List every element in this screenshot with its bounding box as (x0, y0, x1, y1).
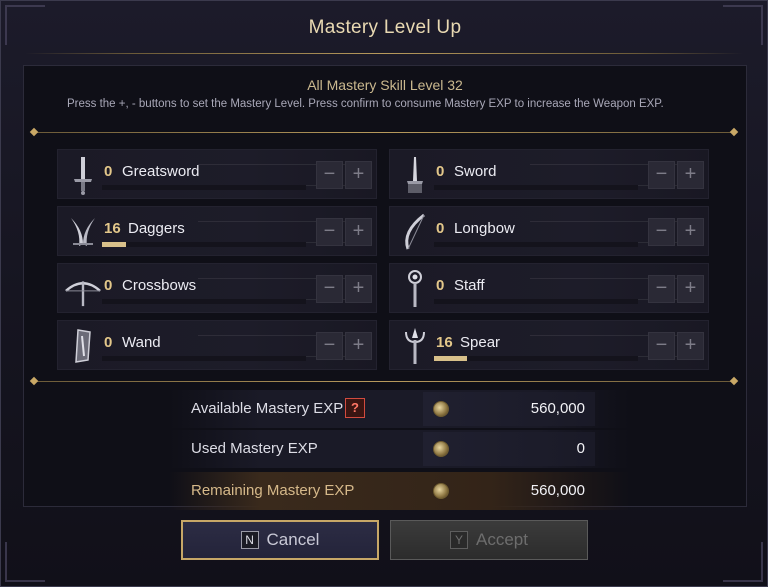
mastery-progress-bar (102, 356, 306, 361)
available-exp-row: Available Mastery EXP ? 560,000 (169, 390, 629, 428)
weapon-name: Longbow (454, 220, 515, 237)
frame-corner (5, 542, 45, 582)
weapon-level: 0 (436, 220, 445, 237)
decrease-button[interactable]: − (648, 332, 675, 360)
decrease-button[interactable]: − (648, 161, 675, 189)
available-exp-label: Available Mastery EXP (191, 400, 344, 417)
mastery-progress-bar (102, 242, 306, 247)
weapon-slot-greatsword: 0 Greatsword − + (57, 149, 377, 199)
staff-icon (396, 268, 434, 310)
remaining-exp-row: Remaining Mastery EXP 560,000 (169, 472, 629, 510)
wand-icon (64, 325, 102, 367)
daggers-icon (64, 211, 102, 253)
mastery-exp-icon (433, 483, 449, 499)
window-title: Mastery Level Up (308, 17, 462, 38)
mastery-progress-bar (102, 185, 306, 190)
decrease-button[interactable]: − (316, 332, 343, 360)
decrease-button[interactable]: − (648, 275, 675, 303)
help-icon[interactable]: ? (345, 398, 365, 418)
mastery-progress-bar (434, 185, 638, 190)
mastery-progress-bar (102, 299, 306, 304)
cancel-label: Cancel (266, 530, 320, 549)
weapon-slot-staff: 0 Staff − + (389, 263, 709, 313)
used-exp-row: Used Mastery EXP 0 (169, 430, 629, 468)
weapon-name: Sword (454, 163, 497, 180)
increase-button[interactable]: + (345, 275, 372, 303)
used-exp-label: Used Mastery EXP (191, 440, 318, 457)
mastery-exp-icon (433, 401, 449, 417)
accept-label: Accept (476, 530, 528, 549)
weapon-name: Wand (122, 334, 161, 351)
increase-button[interactable]: + (677, 218, 704, 246)
weapon-slot-sword: 0 Sword − + (389, 149, 709, 199)
weapon-name: Greatsword (122, 163, 200, 180)
remaining-exp-label: Remaining Mastery EXP (191, 482, 355, 499)
decrease-button[interactable]: − (316, 161, 343, 189)
longbow-icon (396, 211, 434, 253)
spear-icon (396, 325, 434, 367)
mastery-exp-icon (433, 441, 449, 457)
increase-button[interactable]: + (677, 332, 704, 360)
increase-button[interactable]: + (677, 275, 704, 303)
crossbow-icon (64, 268, 102, 310)
mastery-progress-fill (434, 356, 467, 361)
weapon-slot-wand: 0 Wand − + (57, 320, 377, 370)
increase-button[interactable]: + (345, 332, 372, 360)
mastery-progress-bar (434, 242, 638, 247)
section-divider (33, 381, 735, 382)
keybind-n: N (240, 531, 259, 549)
mastery-level-summary: All Mastery Skill Level 32 (307, 77, 463, 93)
mastery-window: Mastery Level Up All Mastery Skill Level… (0, 0, 768, 587)
weapon-level: 0 (104, 163, 113, 180)
used-exp-value: 0 (576, 440, 585, 457)
mastery-progress-bar (434, 299, 638, 304)
accept-button[interactable]: Y Accept (390, 520, 588, 560)
decrease-button[interactable]: − (316, 275, 343, 303)
weapon-name: Crossbows (122, 277, 197, 294)
decrease-button[interactable]: − (648, 218, 675, 246)
weapon-level: 16 (104, 220, 121, 237)
keybind-y: Y (450, 531, 468, 549)
weapon-name: Spear (460, 334, 501, 351)
weapon-slot-daggers: 16 Daggers − + (57, 206, 377, 256)
remaining-exp-value: 560,000 (530, 482, 585, 499)
greatsword-icon (64, 154, 102, 196)
weapon-slot-spear: 16 Spear − + (389, 320, 709, 370)
sword-icon (396, 154, 434, 196)
section-divider (33, 132, 735, 133)
weapon-level: 0 (436, 163, 445, 180)
weapon-level: 16 (436, 334, 453, 351)
weapon-name: Daggers (128, 220, 185, 237)
increase-button[interactable]: + (345, 161, 372, 189)
mastery-progress-fill (102, 242, 127, 247)
instructions-text: Press the +, - buttons to set the Master… (67, 98, 664, 110)
increase-button[interactable]: + (677, 161, 704, 189)
increase-button[interactable]: + (345, 218, 372, 246)
title-divider (25, 53, 743, 54)
weapon-slot-longbow: 0 Longbow − + (389, 206, 709, 256)
weapon-level: 0 (436, 277, 445, 294)
available-exp-value: 560,000 (530, 400, 585, 417)
cancel-button[interactable]: N Cancel (181, 520, 379, 560)
weapon-level: 0 (104, 334, 113, 351)
weapon-slot-crossbows: 0 Crossbows − + (57, 263, 377, 313)
decrease-button[interactable]: − (316, 218, 343, 246)
frame-corner (723, 542, 763, 582)
weapon-level: 0 (104, 277, 113, 294)
mastery-progress-bar (434, 356, 638, 361)
weapon-name: Staff (454, 277, 485, 294)
